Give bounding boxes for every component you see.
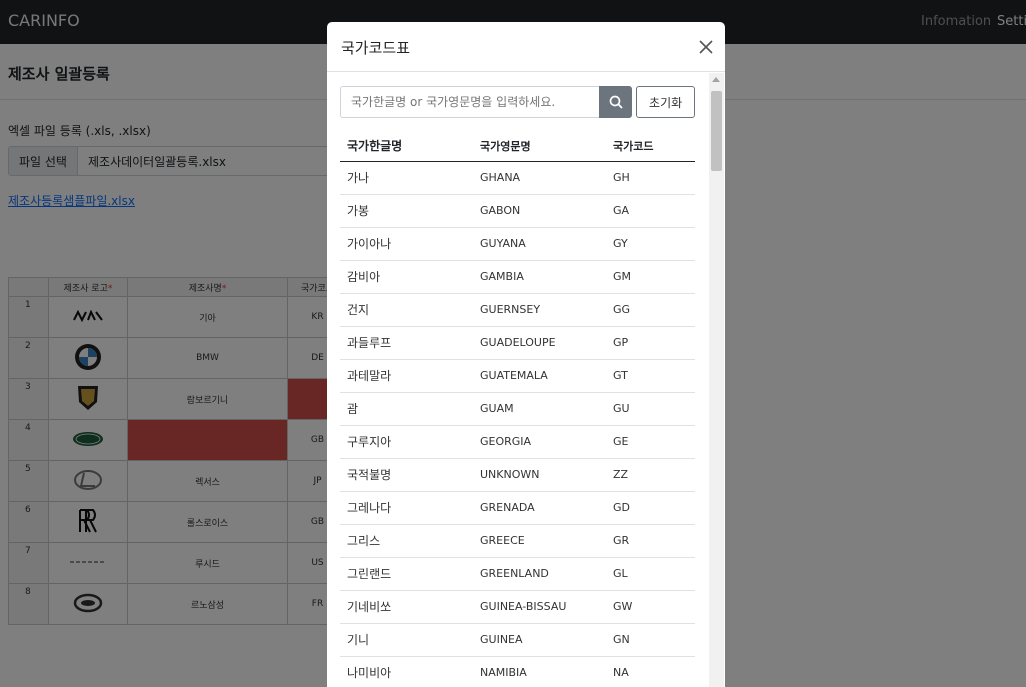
country-korean-name: 괌 [340,392,473,426]
country-code: GG [606,293,695,327]
country-row[interactable]: 가봉 GABON GA [340,194,695,228]
country-english-name: GRENADA [473,491,606,525]
country-code: GL [606,557,695,591]
country-row[interactable]: 그레나다 GRENADA GD [340,491,695,525]
column-header-korean-name: 국가한글명 [340,131,473,162]
country-row[interactable]: 가이아나 GUYANA GY [340,227,695,261]
country-korean-name: 그린랜드 [340,557,473,591]
country-korean-name: 나미비아 [340,656,473,687]
country-code: GA [606,194,695,228]
country-english-name: GABON [473,194,606,228]
country-korean-name: 구루지아 [340,425,473,459]
modal-title: 국가코드표 [341,39,411,57]
country-row[interactable]: 그린랜드 GREENLAND GL [340,557,695,591]
country-code: GR [606,524,695,558]
country-code: NA [606,656,695,687]
column-header-code: 국가코드 [606,131,695,162]
country-english-name: GUATEMALA [473,359,606,393]
country-english-name: GUINEA [473,623,606,657]
reset-button[interactable]: 초기화 [636,86,696,118]
country-korean-name: 국적불명 [340,458,473,492]
country-code: GW [606,590,695,624]
country-code: GN [606,623,695,657]
country-row[interactable]: 국적불명 UNKNOWN ZZ [340,458,695,492]
country-code-table: 국가한글명 국가영문명 국가코드 가나 GHANA GH 가봉 GABON GA 가이아나 G… [340,131,695,687]
country-english-name: GREENLAND [473,557,606,591]
country-korean-name: 가이아나 [340,227,473,261]
country-search-input[interactable] [340,86,600,118]
country-english-name: GAMBIA [473,260,606,294]
country-korean-name: 과들루프 [340,326,473,360]
country-korean-name: 그레나다 [340,491,473,525]
country-korean-name: 가봉 [340,194,473,228]
chevron-up-icon[interactable] [712,77,720,82]
country-code-modal: 국가코드표 초기화 국가한글명 국가영문명 국가코드 가나GHANAGH가봉GA… [327,22,725,687]
country-korean-name: 기네비쏘 [340,590,473,624]
country-english-name: UNKNOWN [473,458,606,492]
country-english-name: GUADELOUPE [473,326,606,360]
country-row[interactable]: 구루지아 GEORGIA GE [340,425,695,459]
country-code: GH [606,161,695,195]
scrollbar-thumb[interactable] [711,91,722,171]
country-korean-name: 감비아 [340,260,473,294]
country-row[interactable]: 감비아 GAMBIA GM [340,260,695,294]
country-row[interactable]: 기네비쏘 GUINEA-BISSAU GW [340,590,695,624]
country-english-name: GUYANA [473,227,606,261]
country-english-name: GHANA [473,161,606,195]
country-row[interactable]: 과테말라 GUATEMALA GT [340,359,695,393]
country-korean-name: 그리스 [340,524,473,558]
country-english-name: GUERNSEY [473,293,606,327]
country-code: GM [606,260,695,294]
country-row[interactable]: 건지 GUERNSEY GG [340,293,695,327]
country-row[interactable]: 가나 GHANA GH [340,161,695,195]
country-english-name: GUINEA-BISSAU [473,590,606,624]
country-rows: 가나 GHANA GH 가봉 GABON GA 가이아나 GUYANA GY 감비아 GAMBIA G… [340,161,695,687]
country-english-name: GUAM [473,392,606,426]
country-code: GP [606,326,695,360]
country-code: GY [606,227,695,261]
country-code: GD [606,491,695,525]
search-row: 초기화 [340,86,696,118]
column-header-english-name: 국가영문명 [473,131,606,162]
country-row[interactable]: 과들루프 GUADELOUPE GP [340,326,695,360]
country-row[interactable]: 그리스 GREECE GR [340,524,695,558]
modal-header: 국가코드표 [327,22,725,72]
country-korean-name: 건지 [340,293,473,327]
country-korean-name: 기니 [340,623,473,657]
country-code: GT [606,359,695,393]
country-row[interactable]: 괌 GUAM GU [340,392,695,426]
country-code: GE [606,425,695,459]
country-code: GU [606,392,695,426]
country-korean-name: 과테말라 [340,359,473,393]
modal-body: 초기화 국가한글명 국가영문명 국가코드 가나GHANAGH가봉GABONGA가… [327,73,725,687]
country-row[interactable]: 나미비아 NAMIBIA NA [340,656,695,687]
country-korean-name: 가나 [340,161,473,195]
modal-scrollbar[interactable] [709,73,724,687]
country-english-name: GREECE [473,524,606,558]
country-english-name: NAMIBIA [473,656,606,687]
country-english-name: GEORGIA [473,425,606,459]
search-icon [609,95,623,109]
country-code: ZZ [606,458,695,492]
search-button[interactable] [599,86,633,118]
close-icon[interactable] [697,38,715,56]
country-row[interactable]: 기니 GUINEA GN [340,623,695,657]
